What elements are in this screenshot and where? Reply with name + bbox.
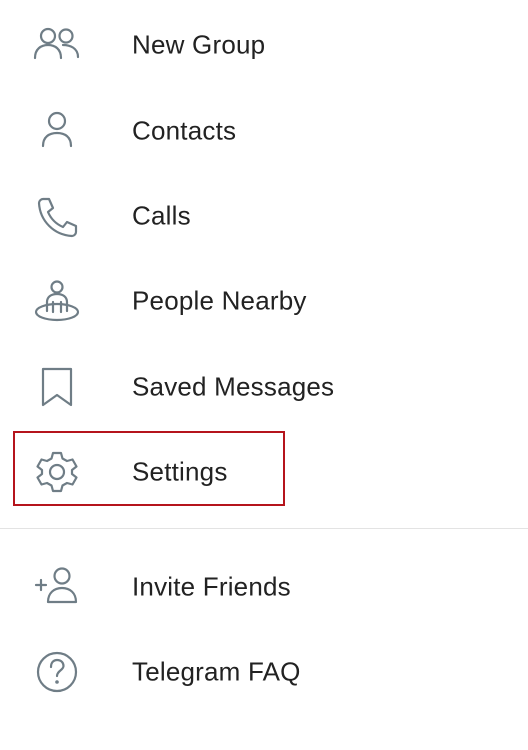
people-nearby-icon xyxy=(32,278,82,324)
menu-item-label: Calls xyxy=(132,200,191,230)
menu-item-label: Saved Messages xyxy=(132,371,335,401)
menu-item-invite-friends[interactable]: Invite Friends xyxy=(0,544,528,629)
menu-item-label: Invite Friends xyxy=(132,571,291,601)
settings-highlight-box xyxy=(13,431,285,506)
add-user-icon xyxy=(32,564,82,610)
menu-item-label: Telegram FAQ xyxy=(132,656,301,686)
menu-item-people-nearby[interactable]: People Nearby xyxy=(0,258,528,343)
drawer-menu: New Group Contacts Calls People Nearby S… xyxy=(0,0,528,750)
contact-icon xyxy=(32,108,82,154)
new-group-icon xyxy=(32,22,82,68)
question-circle-icon xyxy=(32,649,82,695)
menu-item-saved-messages[interactable]: Saved Messages xyxy=(0,344,528,429)
menu-item-telegram-faq[interactable]: Telegram FAQ xyxy=(0,629,528,714)
menu-divider xyxy=(0,528,528,529)
menu-item-contacts[interactable]: Contacts xyxy=(0,88,528,173)
menu-item-label: Contacts xyxy=(132,115,237,145)
menu-item-new-group[interactable]: New Group xyxy=(0,2,528,87)
menu-item-label: People Nearby xyxy=(132,285,307,315)
phone-icon xyxy=(32,193,82,239)
menu-item-calls[interactable]: Calls xyxy=(0,173,528,258)
menu-item-label: New Group xyxy=(132,29,266,59)
bookmark-icon xyxy=(32,364,82,410)
